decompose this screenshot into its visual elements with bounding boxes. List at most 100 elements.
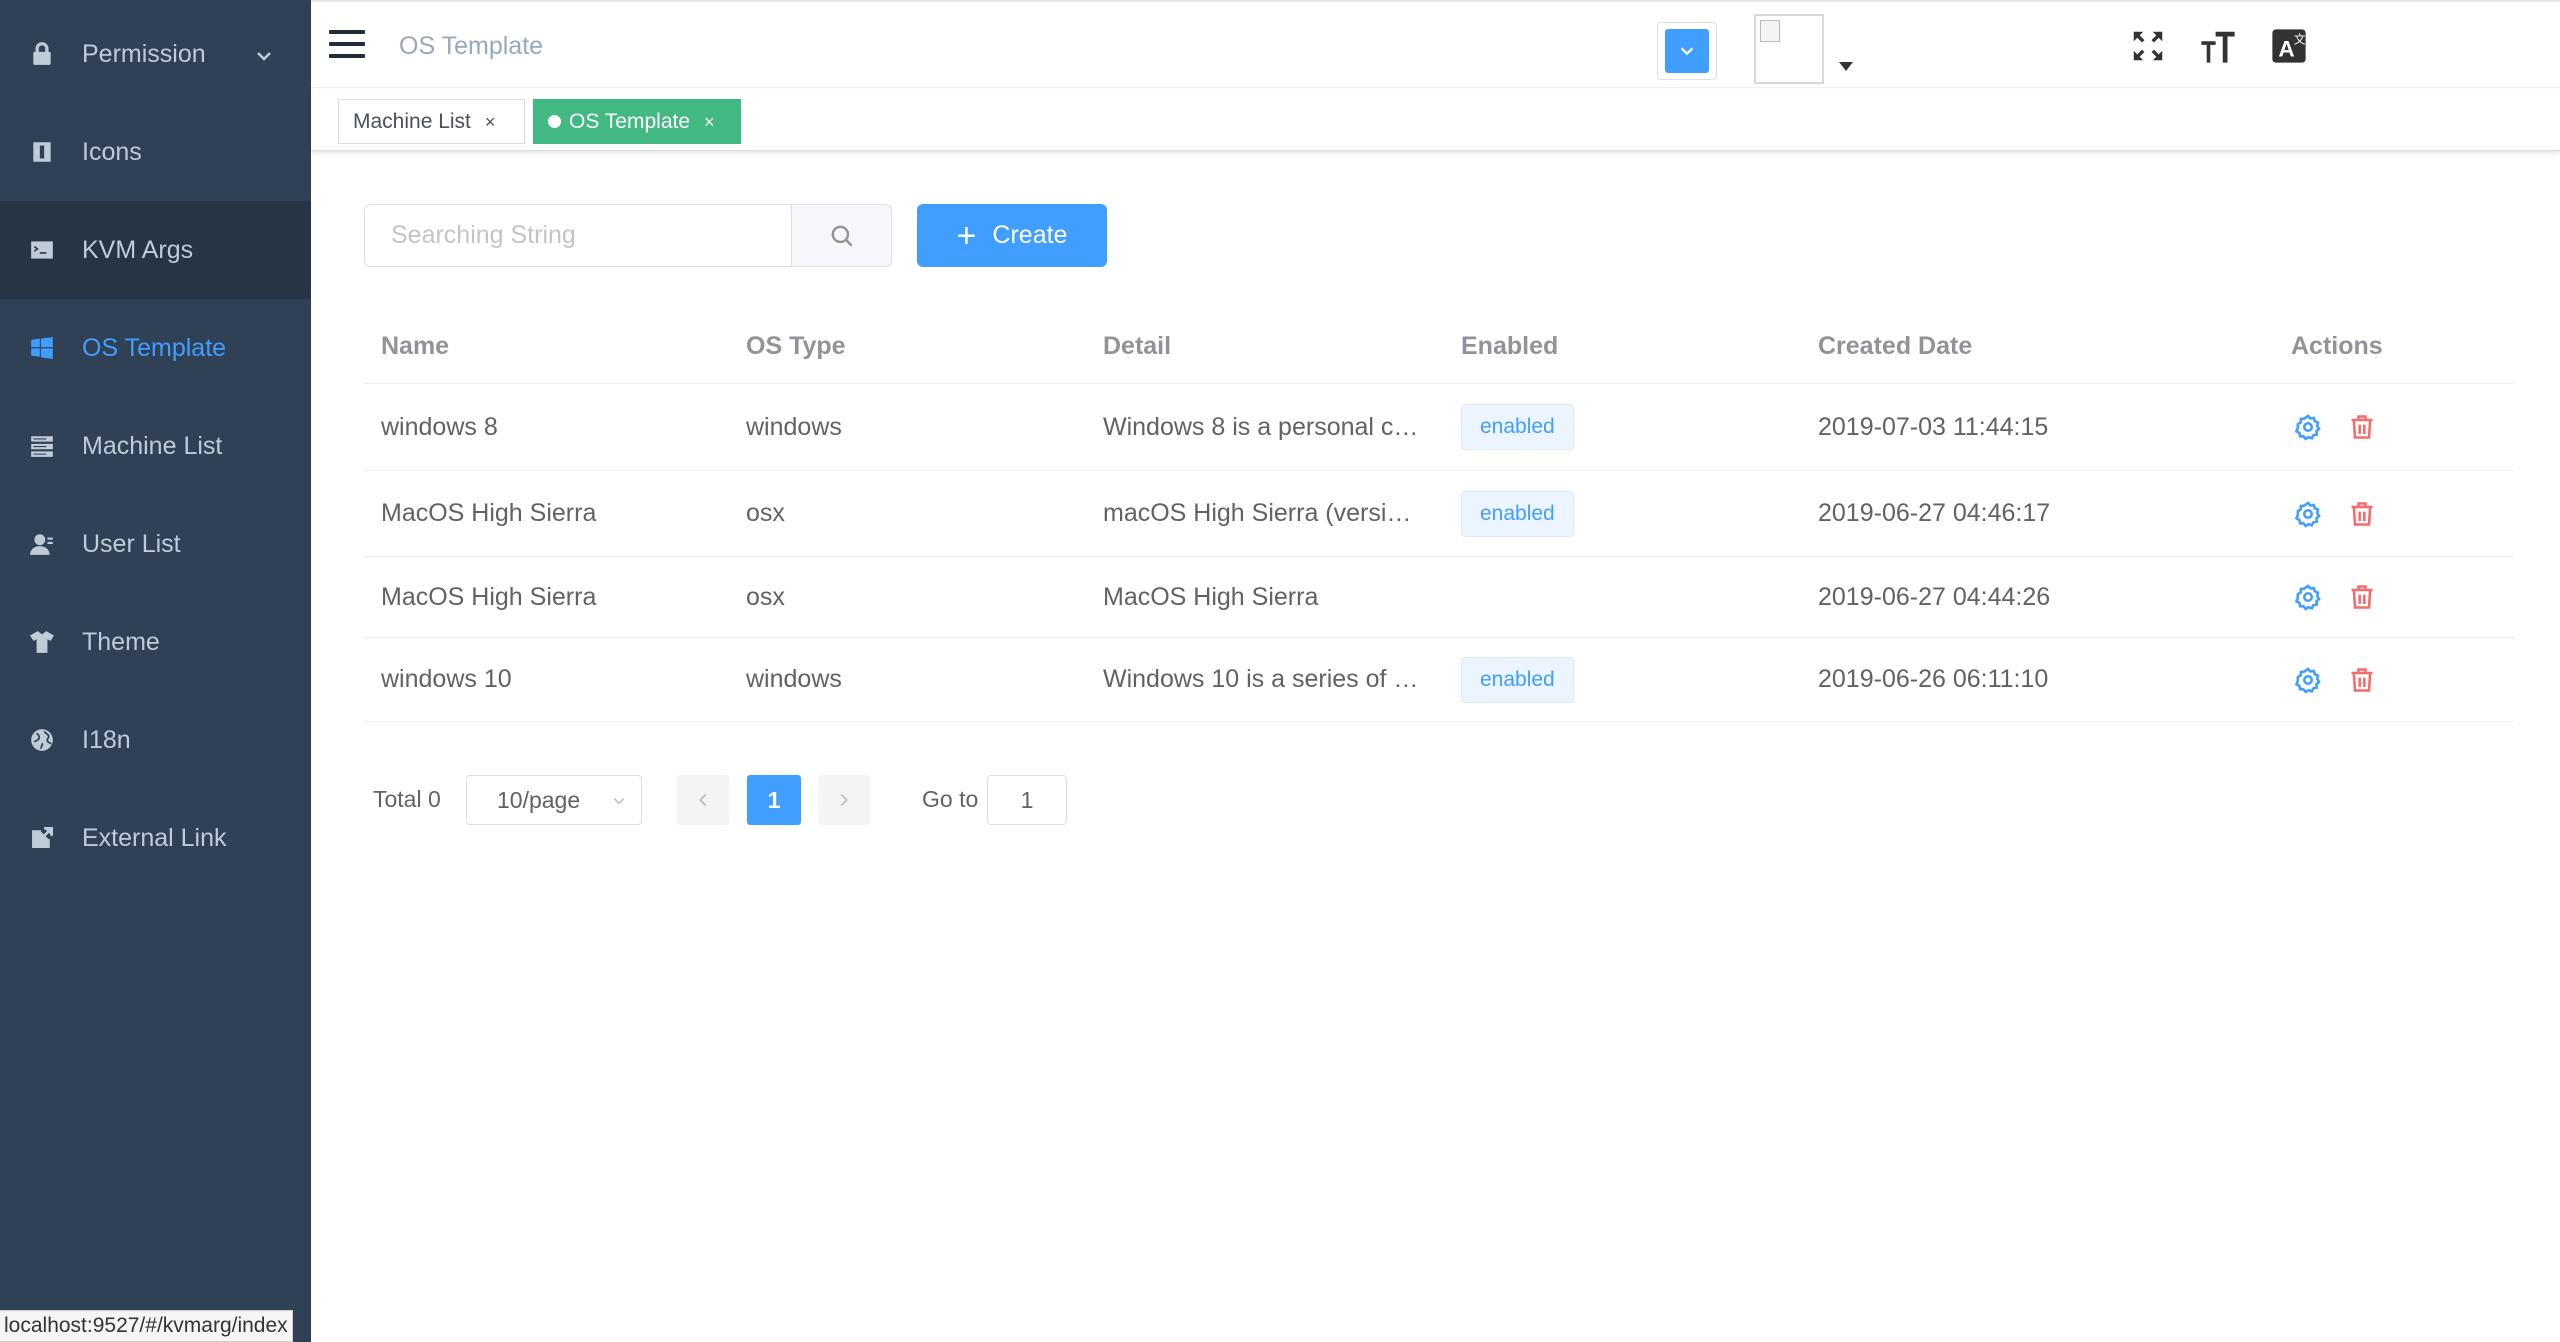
sidebar-item-label: I18n xyxy=(82,725,131,754)
globe-icon xyxy=(28,726,56,754)
cell-name: windows 8 xyxy=(381,412,498,441)
server-icon xyxy=(28,432,56,460)
size-select[interactable] xyxy=(1657,22,1717,80)
cell-os-type: windows xyxy=(746,665,842,693)
sidebar-item-permission[interactable]: Permission xyxy=(0,5,311,103)
page-number-button[interactable]: 1 xyxy=(747,775,801,825)
cell-actions xyxy=(2291,638,2511,721)
fullscreen-icon[interactable] xyxy=(2128,26,2168,66)
create-button[interactable]: + Create xyxy=(917,204,1107,267)
cell-enabled: enabled xyxy=(1461,384,1761,470)
terminal-icon xyxy=(28,236,56,264)
close-icon[interactable]: × xyxy=(704,113,715,131)
external-link-icon xyxy=(28,824,56,852)
cell-detail: macOS High Sierra (version 10.13) xyxy=(1103,471,1423,556)
sidebar-item-label: OS Template xyxy=(82,333,227,362)
tags-view: Machine List × OS Template × xyxy=(311,89,2560,151)
sidebar: Permission Icons KVM Args OS Template Ma… xyxy=(0,0,311,1342)
shirt-icon xyxy=(28,628,56,656)
cell-name: windows 10 xyxy=(381,665,512,693)
settings-gear-icon[interactable] xyxy=(2291,410,2325,444)
icons-icon xyxy=(28,138,56,166)
search-input[interactable] xyxy=(364,204,792,267)
cell-os-type: osx xyxy=(746,582,785,611)
sidebar-item-icons[interactable]: Icons xyxy=(0,103,311,201)
font-size-icon[interactable] xyxy=(2198,26,2238,66)
sidebar-item-label: User List xyxy=(82,529,181,558)
cell-created-date: 2019-07-03 11:44:15 xyxy=(1818,412,2049,441)
goto-label: Go to xyxy=(922,786,979,812)
sidebar-item-user-list[interactable]: User List xyxy=(0,495,311,593)
close-icon[interactable]: × xyxy=(485,113,496,131)
lock-icon xyxy=(28,40,56,68)
chevron-down-icon xyxy=(1665,29,1709,73)
cell-detail: Windows 8 is a personal computer operati… xyxy=(1103,384,1423,470)
column-header-actions: Actions xyxy=(2291,332,2383,360)
sidebar-item-external-link[interactable]: External Link xyxy=(0,789,311,887)
hamburger-icon[interactable] xyxy=(329,30,365,60)
status-badge: enabled xyxy=(1461,404,1574,450)
app-root: Permission Icons KVM Args OS Template Ma… xyxy=(0,0,2560,1342)
sidebar-item-label: External Link xyxy=(82,823,227,852)
cell-enabled: enabled xyxy=(1461,471,1761,556)
delete-trash-icon[interactable] xyxy=(2345,497,2379,531)
goto-page-input[interactable] xyxy=(987,775,1067,825)
cell-os-type: osx xyxy=(746,499,785,527)
sidebar-item-label: Permission xyxy=(82,39,206,68)
detail-text: MacOS High Sierra xyxy=(1103,582,1319,611)
page-size-value: 10/page xyxy=(497,786,581,813)
tag-machine-list[interactable]: Machine List × xyxy=(338,99,525,144)
pagination-total: Total 0 xyxy=(373,786,441,812)
delete-trash-icon[interactable] xyxy=(2345,410,2379,444)
settings-gear-icon[interactable] xyxy=(2291,663,2325,697)
os-template-table: Name OS Type Detail Enabled Created Date… xyxy=(364,310,2514,722)
sidebar-item-i18n[interactable]: I18n xyxy=(0,691,311,789)
avatar[interactable] xyxy=(1754,14,1824,84)
plus-icon: + xyxy=(956,216,977,255)
sidebar-item-machine-list[interactable]: Machine List xyxy=(0,397,311,495)
navbar: OS Template A 文 xyxy=(311,0,2560,88)
cell-detail: Windows 10 is a series of personal compu… xyxy=(1103,638,1423,721)
chevron-right-icon xyxy=(840,793,849,807)
detail-text: Windows 8 is a personal computer operati… xyxy=(1103,412,1419,441)
cell-enabled xyxy=(1461,557,1761,637)
cell-created-date: 2019-06-26 06:11:10 xyxy=(1818,665,2049,693)
sidebar-item-kvm-args[interactable]: KVM Args xyxy=(0,201,311,299)
chevron-left-icon xyxy=(698,793,707,807)
svg-text:A: A xyxy=(2278,37,2294,62)
table-row: MacOS High Sierra osx MacOS High Sierra … xyxy=(364,557,2514,638)
sidebar-item-os-template[interactable]: OS Template xyxy=(0,299,311,397)
status-bar-url: localhost:9527/#/kvmarg/index xyxy=(0,1310,293,1342)
column-header-name[interactable]: Name xyxy=(381,310,721,383)
search-button[interactable] xyxy=(791,204,892,267)
delete-trash-icon[interactable] xyxy=(2345,580,2379,614)
settings-gear-icon[interactable] xyxy=(2291,580,2325,614)
sidebar-item-label: Theme xyxy=(82,627,160,656)
table-row: windows 8 windows Windows 8 is a persona… xyxy=(364,384,2514,471)
column-header-enabled[interactable]: Enabled xyxy=(1461,310,1761,383)
next-page-button[interactable] xyxy=(818,775,870,825)
column-header-created-date[interactable]: Created Date xyxy=(1818,310,2248,383)
sidebar-item-theme[interactable]: Theme xyxy=(0,593,311,691)
page-size-select[interactable]: 10/page xyxy=(466,775,642,825)
cell-enabled: enabled xyxy=(1461,638,1761,721)
cell-detail: MacOS High Sierra xyxy=(1103,557,1423,637)
column-header-detail[interactable]: Detail xyxy=(1103,310,1423,383)
broken-image-icon xyxy=(1760,20,1780,42)
column-header-os-type[interactable]: OS Type xyxy=(746,310,1076,383)
sidebar-item-label: Machine List xyxy=(82,431,223,460)
cell-name: MacOS High Sierra xyxy=(381,582,597,611)
settings-gear-icon[interactable] xyxy=(2291,497,2325,531)
cell-created-date: 2019-06-27 04:44:26 xyxy=(1818,582,2051,611)
translate-icon[interactable]: A 文 xyxy=(2269,26,2309,66)
user-icon xyxy=(28,530,56,558)
tag-os-template[interactable]: OS Template × xyxy=(533,99,741,144)
breadcrumb: OS Template xyxy=(399,32,544,60)
delete-trash-icon[interactable] xyxy=(2345,663,2379,697)
create-button-label: Create xyxy=(992,221,1068,249)
active-dot-icon xyxy=(548,115,561,128)
prev-page-button[interactable] xyxy=(677,775,729,825)
windows-icon xyxy=(28,334,56,362)
caret-down-icon[interactable] xyxy=(1839,62,1853,71)
chevron-down-icon xyxy=(613,797,625,805)
